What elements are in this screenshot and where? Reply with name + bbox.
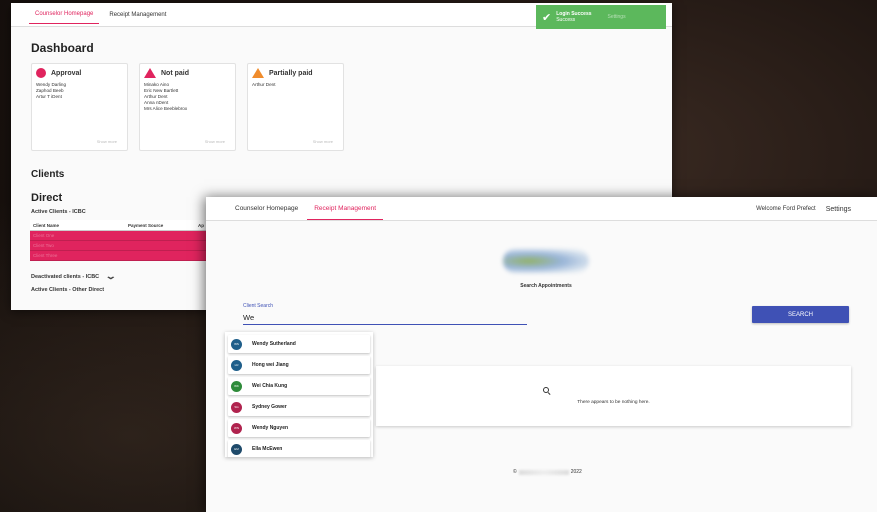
approval-card: Approval Wendy Darling Zaphod Beeb Artur… <box>31 63 128 151</box>
results-panel: There appears to be nothing here. <box>376 366 851 426</box>
card-title: Partially paid <box>269 69 313 77</box>
client-name: Hong wei Jiang <box>252 362 289 368</box>
client-search-label: Client Search <box>243 303 274 309</box>
column-header[interactable]: Payment Source <box>125 223 195 228</box>
receipt-management-window: Counselor Homepage Receipt Management We… <box>206 197 877 512</box>
list-item[interactable]: HJ Hong wei Jiang <box>228 356 370 374</box>
deactivated-label: Deactivated clients - ICBC <box>31 273 100 280</box>
dashboard-title: Dashboard <box>31 41 94 55</box>
column-header[interactable]: Client Name <box>30 223 125 228</box>
table-cell: Client Three <box>33 253 58 258</box>
page-footer: © 2022 <box>513 469 582 475</box>
logo-image <box>503 249 589 273</box>
list-item[interactable]: WS Wendy Sutherland <box>228 335 370 353</box>
list-item[interactable]: SG Sydney Gower <box>228 398 370 416</box>
table-cell: Client Two <box>33 243 54 248</box>
avatar: WK <box>231 380 242 392</box>
client-name: Wendy Nguyen <box>252 425 289 431</box>
card-title: Approval <box>51 69 82 77</box>
tab-counselor-homepage[interactable]: Counselor Homepage <box>29 5 100 24</box>
show-more-link[interactable]: Show more <box>205 139 225 144</box>
settings-link[interactable]: Settings <box>608 14 626 20</box>
partially-paid-card: Partially paid Arthur Dent Show more <box>247 63 344 151</box>
client-search-input[interactable]: We <box>243 311 527 325</box>
warning-triangle-icon <box>144 68 156 78</box>
card-name[interactable]: Arthur Dent <box>252 82 339 88</box>
copyright-symbol: © <box>513 469 517 475</box>
card-name[interactable]: Artur T iDent <box>36 94 123 100</box>
check-icon: ✔ <box>542 11 552 24</box>
welcome-text: Welcome Ford Prefect <box>756 206 816 212</box>
not-paid-card: Not paid Minako Aino Eric New Bartlett A… <box>139 63 236 151</box>
search-appointments-heading: Search Appointments <box>520 283 572 289</box>
settings-link[interactable]: Settings <box>826 206 851 213</box>
tab-counselor-homepage[interactable]: Counselor Homepage <box>228 198 305 219</box>
status-cards: Approval Wendy Darling Zaphod Beeb Artur… <box>31 63 672 151</box>
empty-message: There appears to be nothing here. <box>577 400 650 405</box>
toast-message: Success <box>556 17 576 23</box>
list-item[interactable]: WN Wendy Nguyen <box>228 419 370 437</box>
avatar: WS <box>231 338 242 350</box>
avatar: EM <box>231 443 242 455</box>
footer-year: 2022 <box>570 469 582 475</box>
show-more-link[interactable]: Show more <box>97 139 117 144</box>
redacted-company-name <box>518 469 569 475</box>
search-icon <box>543 387 549 393</box>
list-item[interactable]: WK Wei Chia Kung <box>228 377 370 395</box>
company-logo <box>503 249 589 273</box>
table-row[interactable]: Client Three <box>30 251 210 261</box>
search-button[interactable]: SEARCH <box>752 306 849 323</box>
top-nav-bar: Counselor Homepage Receipt Management We… <box>206 197 877 221</box>
client-name: Sydney Gower <box>252 404 287 410</box>
show-more-link[interactable]: Show more <box>313 139 333 144</box>
list-item[interactable]: EM Ella McEwen <box>228 440 370 457</box>
table-header: Client Name Payment Source Ap <box>30 220 210 231</box>
table-row[interactable]: Client One <box>30 231 210 241</box>
circle-icon <box>36 68 46 78</box>
table-cell: Client One <box>33 233 55 238</box>
avatar: HJ <box>231 359 242 371</box>
login-success-toast: ✔ Login Success Success Settings <box>536 5 666 29</box>
card-name[interactable]: Mrs Alice Beeblebrox <box>144 106 231 112</box>
client-name: Wei Chia Kung <box>252 383 288 389</box>
avatar: WN <box>231 422 242 434</box>
tab-receipt-management[interactable]: Receipt Management <box>307 198 384 220</box>
warning-triangle-icon <box>252 68 264 78</box>
icbc-clients-table: Client Name Payment Source Ap Client One… <box>30 220 210 261</box>
client-autocomplete-dropdown: WS Wendy Sutherland HJ Hong wei Jiang WK We… <box>225 332 373 457</box>
chevron-down-icon[interactable]: ⌄ <box>105 271 117 282</box>
table-row[interactable]: Client Two <box>30 241 210 251</box>
client-name: Ella McEwen <box>252 446 283 452</box>
card-title: Not paid <box>161 69 189 77</box>
client-name: Wendy Sutherland <box>252 341 296 347</box>
clients-title: Clients <box>31 169 65 180</box>
avatar: SG <box>231 401 242 413</box>
tab-receipt-management[interactable]: Receipt Management <box>103 6 172 24</box>
